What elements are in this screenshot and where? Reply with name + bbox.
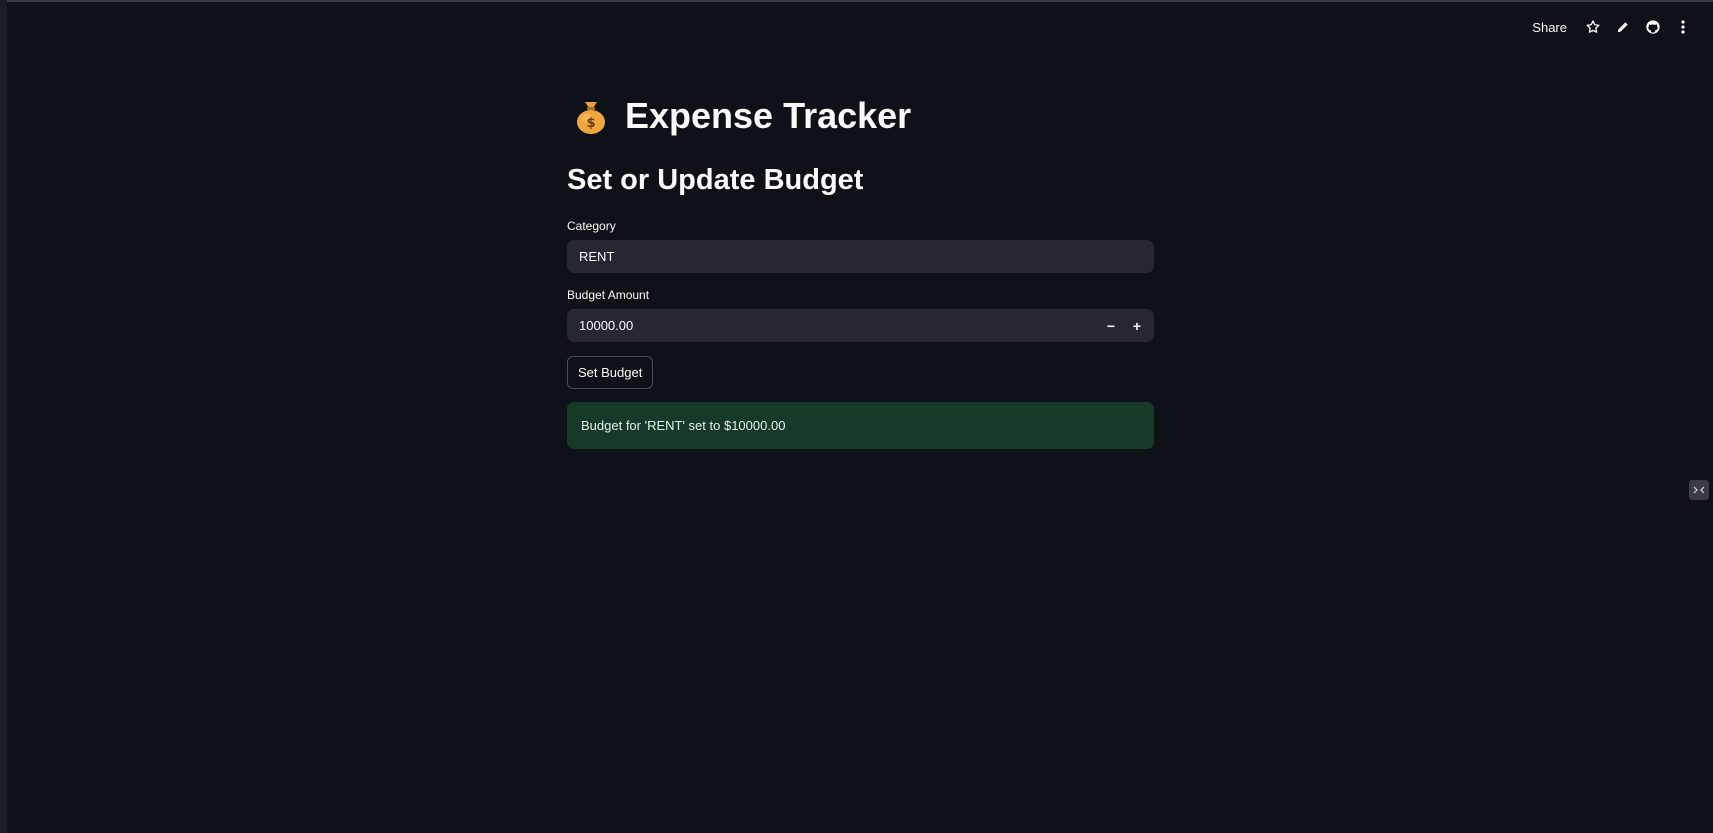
- share-button[interactable]: Share: [1526, 16, 1573, 39]
- budget-amount-input[interactable]: [579, 318, 1098, 333]
- window-top-border: [0, 0, 1713, 2]
- decrement-button[interactable]: −: [1098, 309, 1124, 342]
- star-icon[interactable]: [1583, 17, 1603, 37]
- page-title-text: Expense Tracker: [625, 95, 912, 136]
- budget-amount-field[interactable]: − +: [567, 309, 1154, 342]
- success-message: Budget for 'RENT' set to $10000.00: [581, 418, 786, 433]
- top-toolbar: Share: [1526, 14, 1693, 40]
- category-field[interactable]: [567, 240, 1154, 273]
- github-icon[interactable]: [1643, 17, 1663, 37]
- section-heading: Set or Update Budget: [567, 164, 864, 196]
- left-edge-bar: [0, 0, 7, 833]
- quantity-stepper: − +: [1098, 309, 1150, 342]
- page-title: $ Expense Tracker: [567, 88, 1154, 144]
- pencil-icon[interactable]: [1613, 17, 1633, 37]
- category-label: Category: [567, 219, 616, 233]
- kebab-menu-icon[interactable]: [1673, 17, 1693, 37]
- set-budget-button[interactable]: Set Budget: [567, 356, 654, 389]
- main-content: $ Expense Tracker Set or Update Budget C…: [567, 88, 1154, 449]
- money-bag-icon: $: [573, 96, 609, 136]
- side-widget-icon[interactable]: [1689, 480, 1709, 500]
- budget-amount-label: Budget Amount: [567, 288, 650, 302]
- category-input[interactable]: [579, 249, 1154, 264]
- success-alert: Budget for 'RENT' set to $10000.00: [567, 402, 1154, 449]
- increment-button[interactable]: +: [1124, 309, 1150, 342]
- svg-text:$: $: [586, 116, 595, 131]
